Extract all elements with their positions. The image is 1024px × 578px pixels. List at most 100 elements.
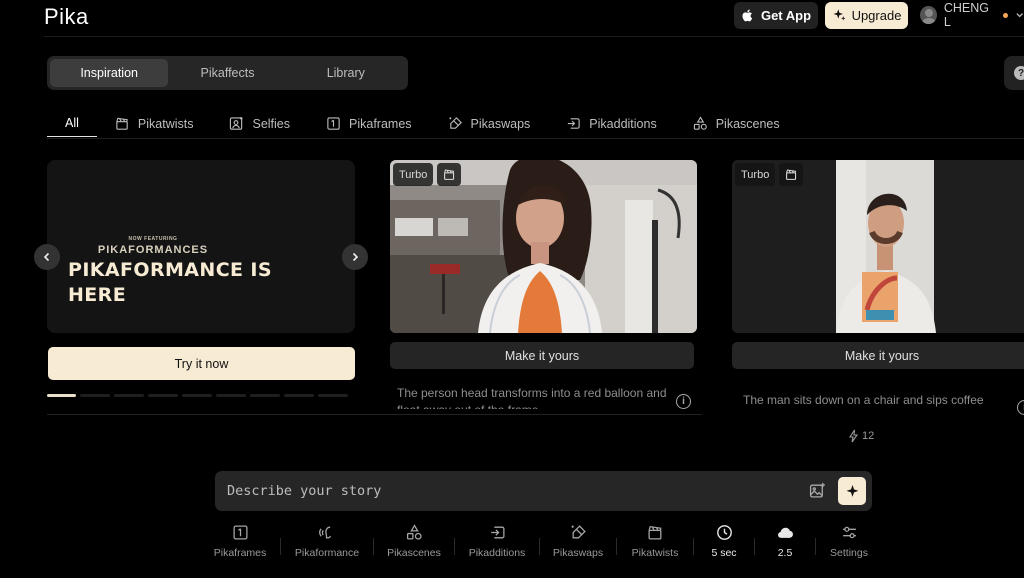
carousel-dot[interactable]: [148, 394, 178, 397]
chevron-right-icon: [352, 252, 359, 262]
tool-label: Pikadditions: [468, 547, 526, 559]
clapper-icon: [116, 117, 128, 130]
voice-icon: [318, 526, 331, 539]
shapes-icon: [406, 524, 422, 540]
story-input[interactable]: [227, 479, 787, 503]
carousel-dot[interactable]: [250, 394, 280, 397]
like-count[interactable]: 12: [848, 429, 874, 443]
duration-selector[interactable]: 5 sec: [694, 520, 754, 559]
tab-library[interactable]: Library: [287, 59, 405, 87]
tool-pikaswaps[interactable]: Pikaswaps: [540, 520, 616, 559]
addition-icon: [490, 526, 505, 539]
section-divider: [47, 414, 702, 415]
avatar: [920, 6, 937, 24]
swap-brush-icon: [448, 117, 462, 129]
category-pikascenes[interactable]: Pikascenes: [675, 110, 798, 137]
get-app-button[interactable]: Get App: [734, 2, 818, 29]
chevron-down-icon: [1016, 13, 1023, 18]
header-divider: [44, 36, 1024, 37]
make-it-yours-button[interactable]: Make it yours: [390, 342, 694, 369]
prompt-bar: [215, 471, 872, 511]
video-card-preview[interactable]: Turbo: [732, 160, 1024, 333]
carousel-dot[interactable]: [80, 394, 110, 397]
upgrade-button[interactable]: Upgrade: [825, 2, 908, 29]
carousel-prev-button[interactable]: [34, 244, 60, 270]
tab-pikaffects[interactable]: Pikaffects: [168, 59, 286, 87]
category-selfies[interactable]: Selfies: [211, 110, 308, 137]
like-count-value: 12: [862, 430, 875, 442]
tool-label: Pikaswaps: [552, 547, 604, 559]
add-image-icon[interactable]: [809, 482, 826, 499]
try-it-now-button[interactable]: Try it now: [48, 347, 355, 380]
clock-icon: [716, 525, 732, 540]
tool-pikaframes[interactable]: Pikaframes: [200, 520, 280, 559]
tool-pikaformance[interactable]: Pikaformance: [281, 520, 373, 559]
make-it-yours-button[interactable]: Make it yours: [732, 342, 1024, 369]
duration-value: 5 sec: [711, 547, 737, 559]
tool-pikatwists[interactable]: Pikatwists: [617, 520, 693, 559]
tool-label: Pikatwists: [631, 547, 679, 559]
category-label: Pikaframes: [349, 116, 412, 131]
turbo-badge: Turbo: [735, 163, 776, 186]
category-label: Pikadditions: [589, 116, 657, 131]
category-label: Pikascenes: [715, 116, 780, 131]
tabs-divider: [47, 138, 1024, 139]
category-pikadditions[interactable]: Pikadditions: [548, 110, 674, 137]
carousel-dot[interactable]: [114, 394, 144, 397]
chevron-left-icon: [43, 252, 50, 262]
clapper-icon: [437, 163, 462, 186]
swap-brush-icon: [571, 525, 586, 539]
help-button[interactable]: ?: [1004, 56, 1024, 90]
video-card-preview[interactable]: Turbo: [390, 160, 697, 333]
category-pikatwists[interactable]: Pikatwists: [97, 110, 212, 137]
carousel-pagination: [47, 394, 348, 397]
get-app-label: Get App: [760, 8, 812, 23]
creation-toolbar: Pikaframes Pikaformance Pikascenes Pikad…: [200, 520, 882, 568]
addition-icon: [568, 118, 580, 129]
carousel-dot[interactable]: [284, 394, 314, 397]
settings-button[interactable]: Settings: [816, 520, 882, 559]
category-label: Pikaswaps: [470, 116, 531, 131]
hero-title-line2: HERE: [68, 284, 127, 306]
card-description: The person head transforms into a red ba…: [397, 386, 667, 409]
model-version: 2.5: [777, 547, 793, 559]
hero-banner[interactable]: NOW FEATURING PIKAFORMANCES PIKAFORMANCE…: [47, 160, 355, 333]
bolt-icon: [848, 429, 859, 443]
category-label: All: [65, 116, 79, 130]
notification-dot: [1002, 12, 1008, 18]
carousel-dot[interactable]: [47, 394, 76, 397]
carousel-dot[interactable]: [318, 394, 348, 397]
category-tabs: All Pikatwists Selfies Pikaframes Pikasw…: [47, 110, 798, 139]
tab-inspiration[interactable]: Inspiration: [50, 59, 169, 87]
model-selector[interactable]: 2.5: [755, 520, 815, 559]
tool-pikascenes[interactable]: Pikascenes: [374, 520, 454, 559]
tool-label: Settings: [830, 547, 868, 559]
tool-pikadditions[interactable]: Pikadditions: [455, 520, 539, 559]
carousel-dot[interactable]: [182, 394, 212, 397]
tool-label: Pikaformance: [294, 547, 360, 559]
selfie-icon: [230, 116, 244, 130]
pika-logo[interactable]: Pika: [44, 4, 89, 30]
sparkle-icon: [833, 9, 845, 21]
user-menu[interactable]: CHENG L: [920, 1, 1024, 29]
category-label: Pikatwists: [137, 116, 194, 131]
clapper-icon: [647, 525, 662, 540]
user-name: CHENG L: [943, 1, 990, 29]
carousel-next-button[interactable]: [342, 244, 368, 270]
category-label: Selfies: [252, 116, 291, 131]
apple-icon: [742, 9, 753, 22]
carousel-dot[interactable]: [216, 394, 246, 397]
category-pikaframes[interactable]: Pikaframes: [308, 110, 430, 137]
info-icon[interactable]: i: [1017, 400, 1024, 415]
frames-icon: [327, 117, 340, 130]
hero-brand: PIKAFORMANCES: [97, 244, 209, 256]
turbo-badge: Turbo: [393, 163, 434, 186]
sparkle-icon: [846, 484, 858, 497]
info-icon[interactable]: i: [676, 394, 691, 409]
category-pikaswaps[interactable]: Pikaswaps: [430, 110, 549, 137]
sliders-icon: [842, 526, 856, 539]
tool-label: Pikascenes: [387, 547, 441, 559]
card-description: The man sits down on a chair and sips co…: [743, 393, 984, 407]
generate-button[interactable]: [838, 477, 866, 505]
category-all[interactable]: All: [47, 110, 97, 137]
